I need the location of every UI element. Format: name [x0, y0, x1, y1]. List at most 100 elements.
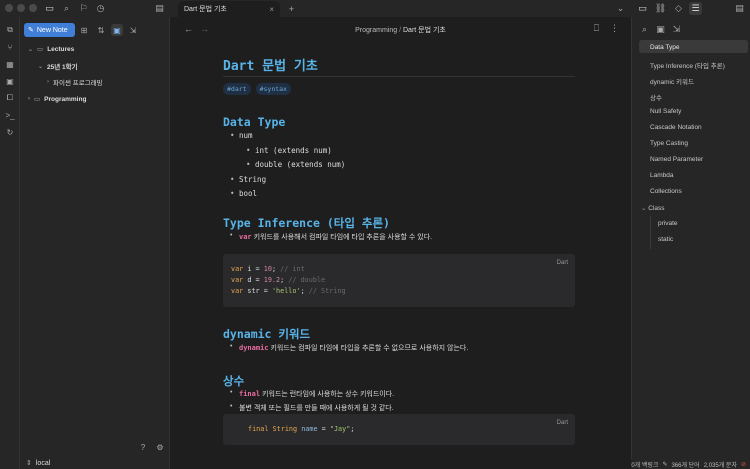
help-icon[interactable]: ? [137, 441, 149, 453]
code-type: String [268, 425, 298, 433]
outline-item[interactable]: Type Casting [650, 140, 688, 147]
tab-active[interactable]: Dart 문법 기초 × [178, 1, 280, 17]
sidebar-toggle-icon[interactable]: ▤ [153, 2, 166, 15]
chevron-down-icon[interactable]: ⌄ [614, 2, 627, 15]
list-item: final 키워드는 런타임에 사용하는 상수 키워드이다. [230, 389, 395, 399]
sync-icon[interactable]: ↻ [4, 126, 16, 138]
bookmark-icon[interactable]: ⚐ [77, 2, 90, 15]
heading-dynamic: dynamic 키워드 [223, 327, 311, 341]
copy-icon[interactable]: ⧠ [4, 92, 16, 104]
list-item: int (extends num) [246, 146, 332, 155]
reading-view-icon[interactable]: ⎕ [590, 22, 603, 35]
tree-folder-semester[interactable]: ⌄ 25년 1학기 [38, 61, 78, 72]
list-text: 키워드는 런타임에 사용하는 상수 키워드이다. [260, 391, 395, 398]
code-line: var d = 19.2; // double [231, 276, 325, 284]
outline-item[interactable]: Data Type [650, 44, 680, 51]
code-block: Dart var i = 10; // int var d = 19.2; //… [223, 254, 575, 307]
edit-icon[interactable]: ✎ [662, 461, 667, 468]
list-item: double (extends num) [246, 160, 345, 169]
code-comment: // String [308, 287, 346, 295]
graph-icon[interactable]: ⑂ [4, 41, 16, 53]
tree-folder-programming[interactable]: › ▭ Programming [28, 95, 86, 104]
outline-item[interactable]: Type Inference (타입 추론) [650, 60, 725, 70]
calendar-icon[interactable]: ▣ [4, 75, 16, 87]
folder-icon: ▭ [34, 96, 41, 103]
folder-icon[interactable]: ▭ [43, 2, 56, 15]
chevron-down-icon: ⌄ [28, 46, 34, 53]
char-count: 2,035개 문자 [703, 462, 737, 469]
auto-reveal-icon[interactable]: ▣ [111, 24, 123, 36]
code-value: "Jay" [329, 425, 351, 433]
window-zoom-dot[interactable] [29, 4, 37, 12]
outline-icon[interactable]: ☰ [689, 2, 702, 15]
breadcrumb-folder[interactable]: Programming [355, 27, 397, 34]
code-identifier: d = [243, 276, 264, 284]
clock-icon[interactable]: ◷ [94, 2, 107, 15]
outline-item[interactable]: Collections [650, 188, 682, 195]
sync-status-icon[interactable]: ⊘ [741, 461, 746, 468]
window-close-dot[interactable] [5, 4, 13, 12]
outline-indent-line [650, 216, 651, 249]
list-item: bool [230, 189, 257, 198]
heading-constants: 상수 [223, 374, 245, 388]
sidebar-right-toggle-icon[interactable]: ▤ [733, 2, 746, 15]
outline-item[interactable]: static [658, 236, 673, 243]
outline-item[interactable]: Lambda [650, 172, 674, 179]
backlinks-count[interactable]: 0개 백링크 [631, 460, 658, 469]
outline-panel: ⌕ ▣ ⇲ Data Type Type Inference (타입 추론) d… [631, 17, 750, 459]
word-count: 366개 단어 [671, 462, 700, 469]
link-icon[interactable]: ⛓ [654, 2, 667, 15]
code-keyword: var [231, 287, 244, 295]
more-options-icon[interactable]: ⋮ [608, 22, 621, 35]
outline-item[interactable]: Null Safety [650, 108, 681, 115]
code-line: final String name = "Jay"; [248, 425, 354, 433]
terminal-icon[interactable]: >_ [4, 109, 16, 121]
new-note-label: New Note [36, 26, 68, 34]
code-language: Dart [556, 420, 568, 426]
tab-title: Dart 문법 기초 [184, 6, 227, 13]
outline-item[interactable]: dynamic 키워드 [650, 76, 694, 86]
breadcrumb-separator: / [399, 27, 402, 34]
sort-icon[interactable]: ⇅ [95, 24, 107, 36]
view-icon[interactable]: ▣ [654, 23, 667, 36]
pencil-icon: ✎ [28, 27, 34, 34]
breadcrumb-file[interactable]: Dart 문법 기초 [403, 27, 446, 34]
ribbon: ⧉ ⑂ ▦ ▣ ⧠ >_ ↻ [0, 17, 20, 469]
status-bar: 0개 백링크 ✎ 366개 단어 2,035개 문자 ⊘ [631, 459, 750, 469]
close-icon[interactable]: × [269, 5, 274, 14]
window-minimize-dot[interactable] [17, 4, 25, 12]
gear-icon[interactable]: ⚙ [154, 441, 166, 453]
new-folder-icon[interactable]: ⊞ [78, 24, 90, 36]
tree-label: 파이썬 프로그래밍 [53, 80, 103, 87]
outline-item[interactable]: 상수 [650, 92, 662, 102]
inline-code: final [239, 390, 261, 398]
outline-item[interactable]: Cascade Notation [650, 124, 702, 131]
outline-item[interactable]: ⌄ Class [641, 204, 665, 212]
left-sidebar: ✎ New Note ⊞ ⇅ ▣ ⇲ ⌄ ▭ Lectures ⌄ 25년 1학… [20, 17, 170, 469]
search-icon[interactable]: ⌕ [638, 23, 651, 36]
code-value: 'hello' [271, 287, 301, 295]
tree-folder-lectures[interactable]: ⌄ ▭ Lectures [28, 45, 74, 54]
updown-icon: ⇕ [26, 460, 32, 467]
tag-syntax[interactable]: #syntax [255, 83, 291, 95]
outline-item[interactable]: Named Parameter [650, 156, 703, 163]
inline-code: dynamic [239, 344, 269, 352]
files-icon[interactable]: ⧉ [4, 24, 16, 36]
collapse-icon[interactable]: ⇲ [670, 23, 683, 36]
list-item: 불변 객체 또는 필드를 만들 때에 사용하게 될 것 같다. [230, 403, 394, 413]
vault-switcher[interactable]: ⇕ local [26, 459, 50, 468]
code-value: 19.2 [263, 276, 281, 284]
new-tab-icon[interactable]: + [285, 2, 298, 15]
folder-icon-right[interactable]: ▭ [636, 2, 649, 15]
tag-icon[interactable]: ◇ [672, 2, 685, 15]
tag-dart[interactable]: #dart [223, 83, 251, 95]
chevron-down-icon: ⌄ [38, 63, 44, 70]
canvas-icon[interactable]: ▦ [4, 58, 16, 70]
collapse-all-icon[interactable]: ⇲ [127, 24, 139, 36]
code-language: Dart [556, 260, 568, 266]
new-note-button[interactable]: ✎ New Note [24, 23, 75, 37]
outline-item[interactable]: private [658, 220, 678, 227]
search-icon[interactable]: ⌕ [60, 2, 73, 15]
view-header: ← → Programming / Dart 문법 기초 ⎕ ⋮ [170, 17, 631, 39]
tree-folder-python[interactable]: › 파이썬 프로그래밍 [47, 77, 103, 87]
